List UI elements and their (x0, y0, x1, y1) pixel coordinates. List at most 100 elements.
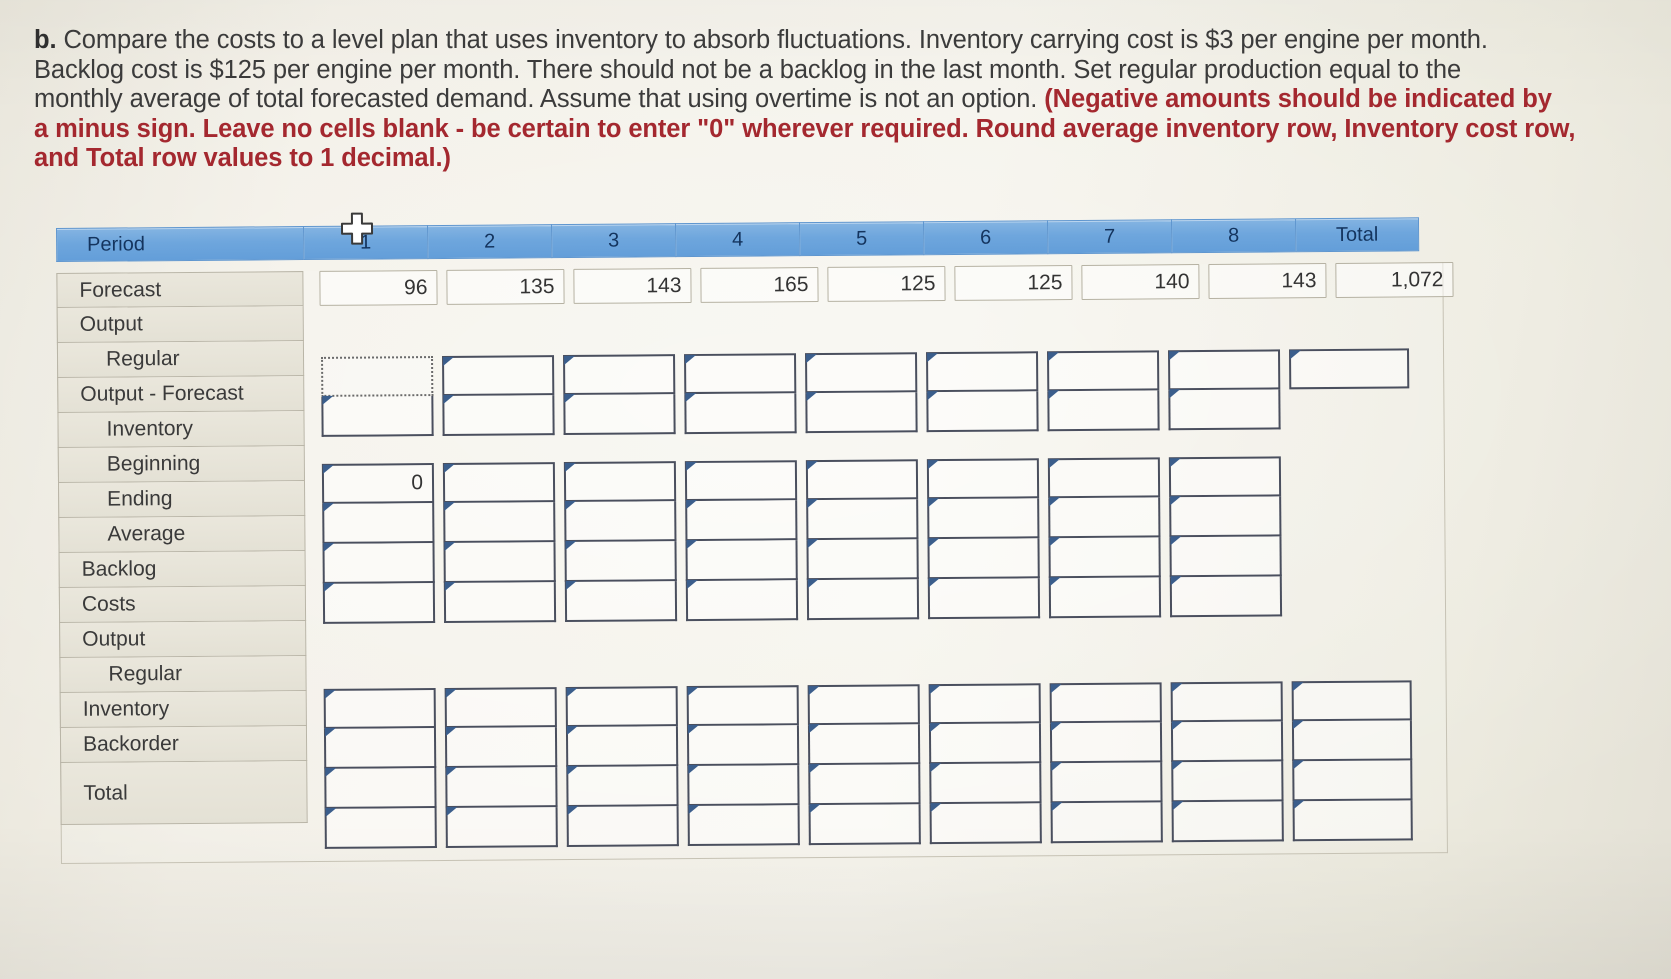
inv-ending-cell-p4[interactable] (685, 500, 798, 542)
inv-average-cell-p5[interactable] (806, 539, 919, 581)
backlog-cell-p3[interactable] (564, 581, 678, 623)
output-regular-cell-p3[interactable] (563, 354, 676, 396)
costs-total-cell-p5[interactable] (808, 804, 921, 846)
output-forecast-cell-p8[interactable] (1168, 389, 1281, 431)
costs-col-total (1291, 680, 1413, 842)
output-regular-cell-p4[interactable] (684, 353, 797, 395)
costs-inventory-cell-p8[interactable] (1170, 721, 1284, 763)
costs-total-cell-p2[interactable] (445, 807, 558, 848)
header-period-6[interactable]: 6 (922, 220, 1048, 256)
costs-total-cell-p3[interactable] (566, 806, 679, 848)
inv-beginning-cell-p2[interactable] (442, 462, 556, 503)
costs-backorder-cell-p4[interactable] (687, 765, 800, 807)
costs-backorder-cell-p1[interactable] (324, 768, 437, 809)
costs-regular-cell-p7[interactable] (1049, 682, 1162, 724)
costs-backorder-cell-p3[interactable] (566, 766, 679, 808)
output-forecast-cell-p1[interactable] (321, 396, 434, 437)
costs-regular-cell-total[interactable] (1291, 680, 1412, 722)
output-forecast-cell-p2[interactable] (442, 395, 555, 436)
output-regular-cell-p8[interactable] (1167, 349, 1281, 391)
header-period-3[interactable]: 3 (550, 223, 676, 259)
inv-ending-cell-p1[interactable] (322, 503, 435, 544)
backlog-cell-p4[interactable] (685, 580, 799, 622)
inv-average-cell-p6[interactable] (927, 538, 1040, 580)
costs-backorder-cell-p5[interactable] (808, 764, 921, 806)
costs-inventory-cell-p2[interactable] (444, 727, 558, 768)
output-forecast-cell-p5[interactable] (805, 392, 918, 434)
costs-inventory-cell-p7[interactable] (1049, 722, 1163, 764)
inv-beginning-cell-p1[interactable]: 0 (321, 463, 435, 504)
header-period-8[interactable]: 8 (1170, 218, 1296, 254)
costs-total-cell-total[interactable] (1292, 800, 1413, 842)
inv-average-cell-p8[interactable] (1169, 536, 1282, 578)
costs-inventory-cell-p3[interactable] (565, 726, 679, 768)
header-period-2[interactable]: 2 (426, 224, 552, 260)
output-forecast-cell-p3[interactable] (563, 394, 676, 436)
prompt-part-text: Compare the costs to a level plan that u… (63, 26, 1488, 54)
costs-regular-cell-p3[interactable] (565, 686, 678, 728)
inv-ending-cell-p2[interactable] (443, 502, 556, 543)
output-regular-cell-p6[interactable] (926, 351, 1039, 393)
inv-average-cell-p3[interactable] (564, 541, 677, 583)
costs-backorder-cell-p2[interactable] (445, 767, 558, 808)
costs-backorder-cell-p8[interactable] (1171, 761, 1284, 803)
costs-backorder-cell-p6[interactable] (929, 763, 1042, 805)
inv-beginning-cell-p4[interactable] (684, 460, 798, 502)
costs-backorder-cell-total[interactable] (1292, 760, 1413, 802)
inv-beginning-cell-p3[interactable] (563, 461, 677, 503)
costs-regular-cell-p1[interactable] (323, 688, 436, 729)
header-period-7[interactable]: 7 (1046, 219, 1172, 255)
output-regular-cell-p7[interactable] (1046, 350, 1160, 392)
costs-total-cell-p7[interactable] (1050, 802, 1163, 844)
inv-ending-cell-p7[interactable] (1048, 497, 1161, 539)
costs-inventory-cell-total[interactable] (1291, 720, 1413, 762)
backlog-cell-p7[interactable] (1048, 577, 1162, 619)
output-forecast-cell-p7[interactable] (1047, 390, 1160, 432)
costs-regular-cell-p8[interactable] (1170, 681, 1283, 723)
row-label-costs-inventory: Inventory (59, 691, 307, 728)
header-period-4[interactable]: 4 (674, 222, 800, 258)
costs-regular-cell-p5[interactable] (807, 684, 920, 726)
inv-ending-cell-p3[interactable] (564, 501, 677, 543)
output-regular-cell-total[interactable] (1288, 348, 1410, 390)
costs-col-p8 (1170, 681, 1284, 843)
costs-inventory-cell-p1[interactable] (323, 728, 437, 769)
output-regular-cell-p2[interactable] (442, 355, 555, 396)
inv-beginning-cell-p8[interactable] (1168, 456, 1282, 498)
inv-ending-cell-p6[interactable] (927, 498, 1040, 540)
inv-beginning-cell-p6[interactable] (926, 458, 1040, 500)
backlog-cell-p5[interactable] (806, 579, 920, 621)
inv-beginning-cell-p5[interactable] (805, 459, 919, 501)
inv-average-cell-p7[interactable] (1048, 537, 1161, 579)
output-regular-cell-p1[interactable] (321, 356, 434, 397)
header-period-5[interactable]: 5 (798, 221, 924, 257)
header-period-1[interactable]: 1 (302, 225, 428, 261)
forecast-cell-p3: 143 (573, 268, 692, 304)
costs-inventory-cell-p5[interactable] (807, 724, 921, 766)
output-forecast-cell-p6[interactable] (926, 391, 1039, 433)
costs-backorder-cell-p7[interactable] (1050, 762, 1163, 804)
inv-ending-cell-p5[interactable] (806, 499, 919, 541)
backlog-cell-p2[interactable] (443, 582, 557, 623)
inv-beginning-cell-p7[interactable] (1047, 457, 1161, 499)
costs-regular-cell-p6[interactable] (928, 683, 1041, 725)
costs-inventory-cell-p4[interactable] (686, 725, 800, 767)
inv-ending-cell-p8[interactable] (1169, 496, 1282, 538)
backlog-cell-p1[interactable] (322, 583, 436, 624)
costs-total-cell-p1[interactable] (324, 808, 437, 849)
inv-average-cell-p2[interactable] (443, 542, 556, 583)
costs-total-cell-p4[interactable] (687, 805, 800, 847)
costs-inventory-cell-p6[interactable] (928, 723, 1042, 765)
output-forecast-cell-p4[interactable] (684, 393, 797, 435)
inv-average-cell-p4[interactable] (685, 540, 798, 582)
backlog-cell-p8[interactable] (1169, 576, 1283, 618)
backlog-cell-p6[interactable] (927, 578, 1041, 620)
costs-total-cell-p8[interactable] (1171, 801, 1284, 843)
costs-regular-cell-p2[interactable] (444, 687, 557, 728)
question-prompt: b. Compare the costs to a level plan tha… (34, 26, 1671, 174)
inv-average-cell-p1[interactable] (322, 543, 435, 584)
costs-regular-cell-p4[interactable] (686, 685, 799, 727)
prompt-part-emphasis: a minus sign. Leave no cells blank - be … (34, 114, 1576, 143)
costs-total-cell-p6[interactable] (929, 803, 1042, 845)
output-regular-cell-p5[interactable] (805, 352, 918, 394)
